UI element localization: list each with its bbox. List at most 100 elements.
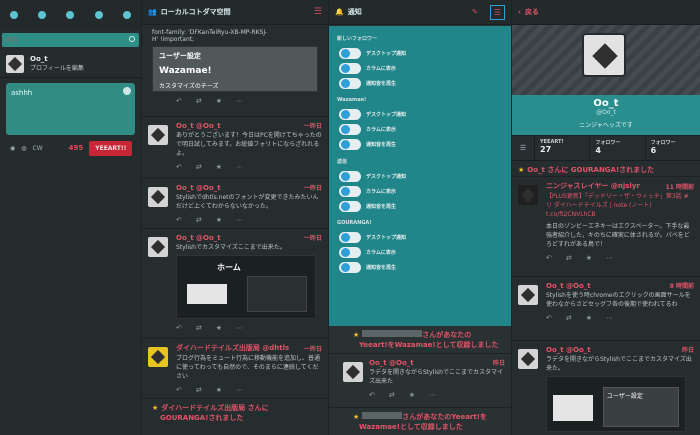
repost-icon[interactable]: ⇄ [389,391,395,399]
avatar[interactable] [518,349,538,369]
toggle-switch[interactable] [339,247,361,258]
toggle-switch[interactable] [339,63,361,74]
back-button[interactable]: 戻る [525,7,539,17]
post-author[interactable]: Oo_t @Oo_t [176,122,221,130]
stat-followers[interactable]: フォロワー 6 [644,136,700,160]
search-icon[interactable] [129,36,135,42]
star-icon[interactable]: ★ [216,216,222,224]
repost-icon[interactable]: ⇄ [196,324,202,332]
toggle-row[interactable]: 通知音を再生 [339,76,503,91]
profile-avatar[interactable] [582,33,626,77]
more-icon[interactable]: ⋯ [236,386,243,394]
back-icon[interactable]: ‹ [518,8,521,16]
star-icon[interactable]: ★ [586,254,592,262]
star-icon[interactable]: ★ [216,97,222,105]
avatar[interactable] [343,362,363,382]
avatar[interactable] [148,237,168,257]
more-icon[interactable]: ⋯ [236,324,243,332]
avatar[interactable] [148,347,168,367]
repost-icon[interactable]: ⇄ [196,216,202,224]
stat-yeeart[interactable]: YEEART! 27 [534,136,589,160]
column-settings-icon[interactable]: ☰ [314,7,322,17]
reply-icon[interactable]: ↶ [176,163,182,171]
post-author[interactable]: Oo_t @Oo_t [369,359,414,367]
reply-icon[interactable]: ↶ [176,386,182,394]
toggle-row[interactable]: デスクトップ通知 [339,107,503,122]
post-time[interactable]: 一昨日 [304,183,322,192]
menu-icon[interactable]: ☰ [512,136,534,160]
repost-icon[interactable]: ⇄ [196,163,202,171]
globe-icon[interactable] [66,11,75,19]
toggle-switch[interactable] [339,186,361,197]
more-icon[interactable]: ⋯ [606,314,613,322]
repost-icon[interactable]: ⇄ [566,314,572,322]
toggle-switch[interactable] [339,201,361,212]
star-icon[interactable]: ★ [216,386,222,394]
post-time[interactable]: 昨日 [682,345,694,354]
toggle-row[interactable]: デスクトップ通知 [339,169,503,184]
reply-icon[interactable]: ↶ [176,97,182,105]
eraser-icon[interactable]: ✎ [472,8,478,16]
reply-icon[interactable]: ↶ [546,314,552,322]
toggle-row[interactable]: デスクトップ通知 [339,46,503,61]
repost-icon[interactable]: ⇄ [196,97,202,105]
image-attachment[interactable]: ユーザー設定 [546,376,686,432]
column-header[interactable]: 👥 ローカルコトダマ空間 ☰ [142,0,328,25]
toggle-switch[interactable] [339,232,361,243]
star-icon[interactable]: ★ [216,324,222,332]
search-box[interactable] [2,33,139,47]
globe-icon[interactable]: ◍ [21,145,26,152]
avatar[interactable] [518,285,538,305]
emoji-icon[interactable] [123,87,131,95]
toggle-switch[interactable] [339,124,361,135]
column-settings-icon[interactable]: ☰ [489,4,505,20]
star-icon[interactable]: ★ [586,314,592,322]
post-time[interactable]: 一昨日 [304,121,322,130]
post-author[interactable]: ダイハードテイルズ出版局 @dhtls [176,343,289,353]
toggle-row[interactable]: カラムに表示 [339,245,503,260]
compose-textarea[interactable]: ashhh [6,83,135,135]
star-icon[interactable]: ★ [216,163,222,171]
toggle-row[interactable]: 通知音を再生 [339,260,503,275]
home-icon[interactable] [10,11,19,19]
camera-icon[interactable]: ◉ [10,145,15,152]
post-author[interactable]: ニンジャスレイヤー @njslyr [546,181,640,191]
toggle-switch[interactable] [339,171,361,182]
cw-toggle[interactable]: CW [33,145,43,152]
toggle-row[interactable]: カラムに表示 [339,184,503,199]
image-attachment[interactable]: ユーザー設定 Wazamae! カスタマイズのチーズ [152,46,318,92]
toggle-row[interactable]: 通知音を再生 [339,137,503,152]
column-header[interactable]: ‹ 戻る [512,0,700,25]
image-attachment[interactable]: ホーム [176,255,316,319]
more-icon[interactable]: ⋯ [236,216,243,224]
toggle-switch[interactable] [339,48,361,59]
toggle-switch[interactable] [339,109,361,120]
reply-icon[interactable]: ↶ [176,216,182,224]
toggle-switch[interactable] [339,78,361,89]
post-time[interactable]: 昨日 [493,358,505,367]
post-author[interactable]: Oo_t @Oo_t [546,346,591,354]
avatar[interactable] [148,187,168,207]
post-author[interactable]: Oo_t @Oo_t [546,282,591,290]
post-time[interactable]: 11 時間前 [666,182,694,191]
toggle-switch[interactable] [339,262,361,273]
more-icon[interactable]: ⋯ [606,254,613,262]
repost-icon[interactable]: ⇄ [566,254,572,262]
post-time[interactable]: 一昨日 [304,344,322,353]
stat-following[interactable]: フォロワー 4 [589,136,644,160]
toggle-row[interactable]: カラムに表示 [339,122,503,137]
avatar[interactable] [518,185,538,205]
toggle-row[interactable]: 通知音を再生 [339,199,503,214]
column-header[interactable]: 🔔 通知 ✎ ☰ [329,0,511,25]
list-icon[interactable] [38,11,47,19]
star-icon[interactable]: ★ [409,391,415,399]
settings-icon[interactable] [122,11,131,19]
reply-icon[interactable]: ↶ [176,324,182,332]
toggle-row[interactable]: デスクトップ通知 [339,230,503,245]
repost-icon[interactable]: ⇄ [196,386,202,394]
avatar[interactable] [6,54,24,73]
search-nav-icon[interactable] [94,11,103,19]
post-author[interactable]: Oo_t @Oo_t [176,184,221,192]
search-input[interactable] [2,33,112,47]
toggle-switch[interactable] [339,139,361,150]
